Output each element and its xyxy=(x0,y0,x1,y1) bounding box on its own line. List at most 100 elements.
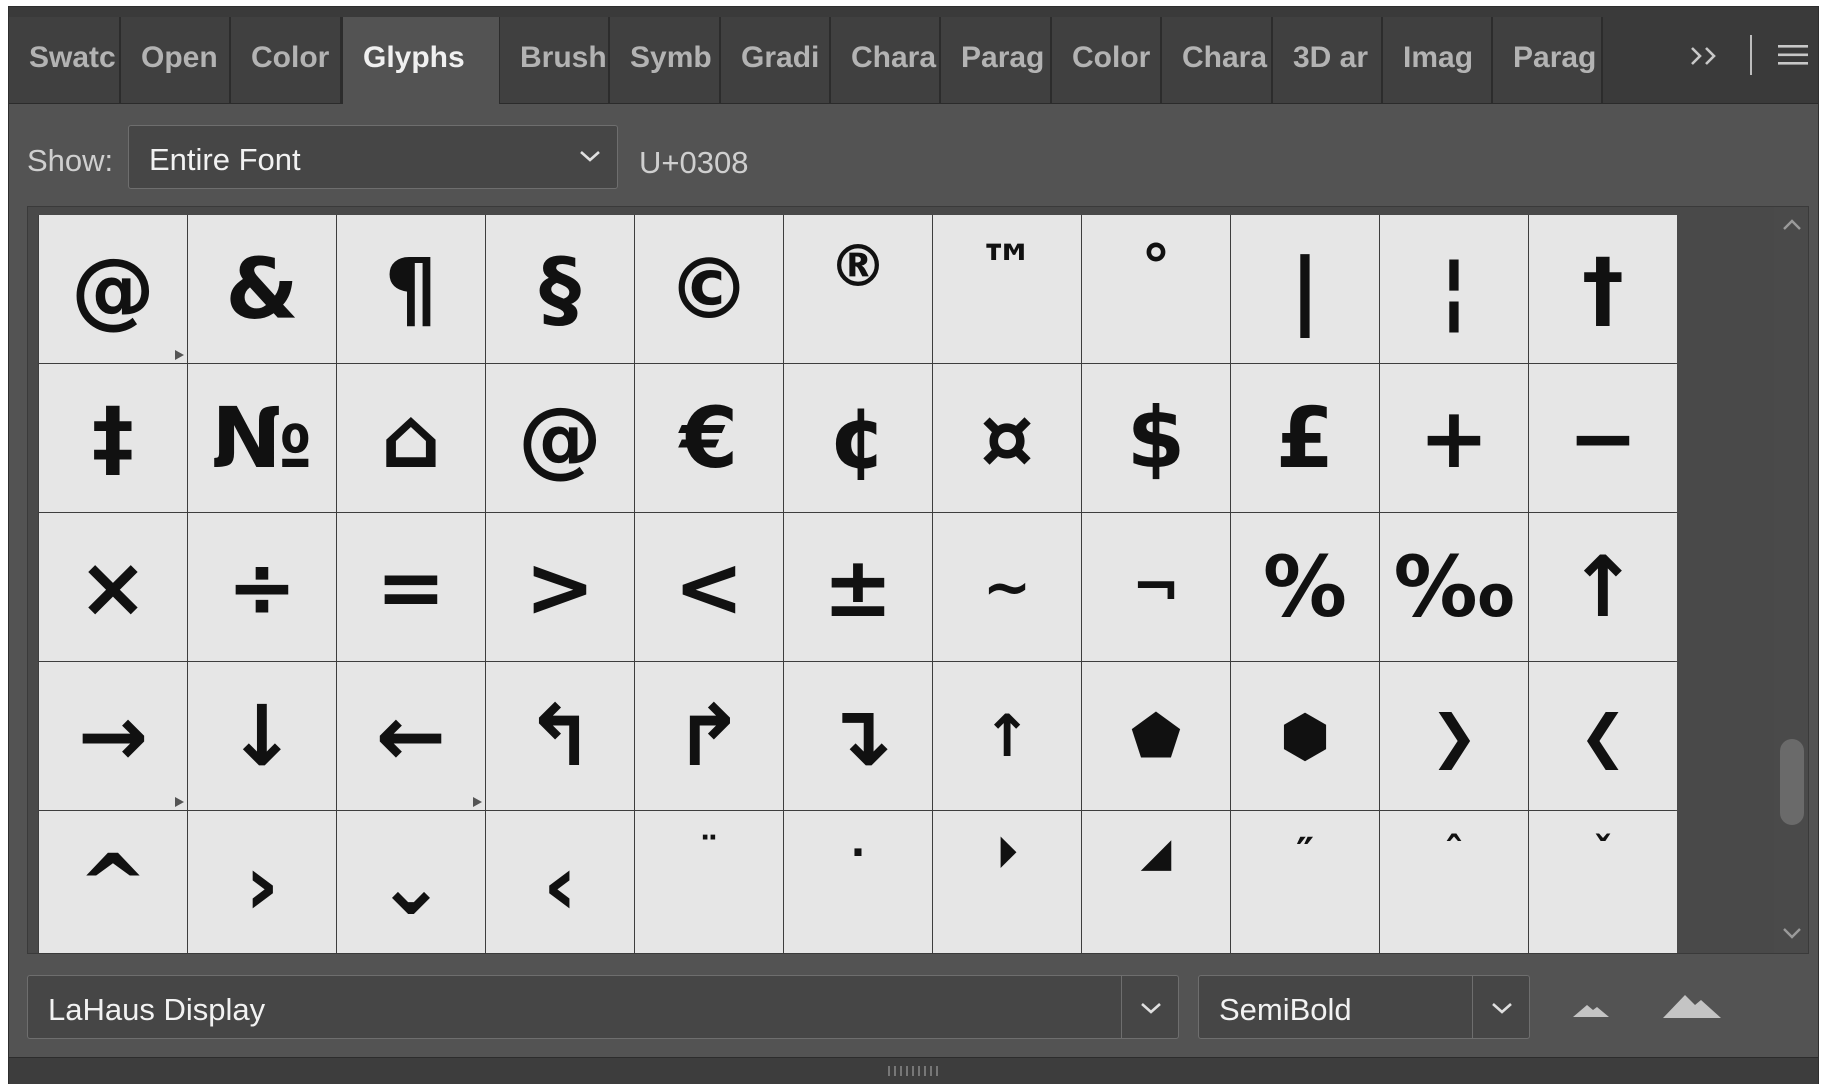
glyph-cell[interactable]: ← xyxy=(337,662,485,810)
tab-color[interactable]: Color xyxy=(1052,17,1162,103)
glyph-cell[interactable]: № xyxy=(188,364,336,512)
glyph-cell[interactable]: ‰ xyxy=(1380,513,1528,661)
glyph-character: ± xyxy=(822,538,894,636)
glyph-cell[interactable]: % xyxy=(1231,513,1379,661)
tab-label: Parag xyxy=(1513,41,1597,74)
scroll-up-arrow-icon[interactable] xyxy=(1780,217,1804,233)
glyph-cell[interactable]: @ xyxy=(39,215,187,363)
font-family-dropdown[interactable]: LaHaus Display xyxy=(27,975,1179,1039)
glyph-cell[interactable]: ¶ xyxy=(337,215,485,363)
tab-paragraph-styles[interactable]: Parag xyxy=(1493,17,1603,103)
glyph-cell[interactable]: & xyxy=(188,215,336,363)
glyph-cell[interactable]: ↓ xyxy=(188,662,336,810)
glyph-cell[interactable]: $ xyxy=(1082,364,1230,512)
glyph-character: £ xyxy=(1275,389,1335,487)
glyph-cell[interactable]: € xyxy=(635,364,783,512)
tab-paragraph[interactable]: Parag xyxy=(941,17,1052,103)
glyph-cell[interactable]: ⌂ xyxy=(337,364,485,512)
glyph-cell[interactable]: ◢ xyxy=(1082,811,1230,953)
glyph-character: ¶ xyxy=(384,240,438,338)
scrollbar-thumb[interactable] xyxy=(1780,739,1804,825)
zoom-in-large-mountain-icon[interactable] xyxy=(1661,991,1723,1021)
show-dropdown[interactable]: Entire Font xyxy=(128,125,618,189)
double-chevron-right-icon[interactable] xyxy=(1688,41,1724,71)
alternates-triangle-icon[interactable] xyxy=(173,796,185,808)
glyph-character: ❮ xyxy=(1578,702,1628,770)
glyph-character: ⌄ xyxy=(375,836,447,934)
glyph-cell[interactable]: ± xyxy=(784,513,932,661)
glyph-cell[interactable]: ⏵ xyxy=(933,811,1081,953)
glyph-cell[interactable]: ° xyxy=(1082,215,1230,363)
unicode-readout: U+0308 xyxy=(639,145,749,180)
tab-symbols[interactable]: Symb xyxy=(610,17,721,103)
glyph-character: ¤ xyxy=(980,389,1034,487)
glyphs-panel: Swatc Open Color Glyphs Brush Symb Gradi Chara P… xyxy=(8,6,1819,1084)
glyph-cell[interactable]: | xyxy=(1231,215,1379,363)
glyph-cell[interactable]: ↴ xyxy=(784,662,932,810)
tab-image-trace[interactable]: Imag xyxy=(1383,17,1493,103)
glyph-cell[interactable]: − xyxy=(1529,364,1677,512)
tab-gradient[interactable]: Gradi xyxy=(721,17,831,103)
tab-character-styles[interactable]: Chara xyxy=(1162,17,1273,103)
vertical-scrollbar[interactable] xyxy=(1774,207,1808,953)
glyph-cell[interactable]: £ xyxy=(1231,364,1379,512)
glyph-cell[interactable]: ¨ xyxy=(635,811,783,953)
glyph-cell[interactable]: ❮ xyxy=(1529,662,1677,810)
glyph-cell[interactable]: + xyxy=(1380,364,1528,512)
glyph-character: @ xyxy=(71,240,155,338)
tab-character[interactable]: Chara xyxy=(831,17,941,103)
tab-label: Chara xyxy=(851,41,937,74)
glyph-cell[interactable]: ↰ xyxy=(486,662,634,810)
scroll-down-arrow-icon[interactable] xyxy=(1780,925,1804,941)
glyph-character: × xyxy=(77,538,149,636)
glyph-character: ¨ xyxy=(699,830,719,876)
glyph-cell[interactable]: × xyxy=(39,513,187,661)
alternates-triangle-icon[interactable] xyxy=(173,349,185,361)
glyph-cell[interactable]: > xyxy=(486,513,634,661)
tab-glyphs[interactable]: Glyphs xyxy=(342,17,500,104)
tab-opentype[interactable]: Open xyxy=(121,17,231,103)
glyph-cell[interactable]: ⬟ xyxy=(1082,662,1230,810)
panel-resize-grip[interactable] xyxy=(9,1057,1818,1084)
hamburger-menu-icon[interactable] xyxy=(1776,41,1810,69)
glyph-cell[interactable]: ˇ xyxy=(1529,811,1677,953)
alternates-triangle-icon[interactable] xyxy=(471,796,483,808)
font-style-dropdown[interactable]: SemiBold xyxy=(1198,975,1530,1039)
glyph-cell[interactable]: ‡ xyxy=(39,364,187,512)
glyph-cell[interactable]: < xyxy=(635,513,783,661)
glyph-cell[interactable]: ® xyxy=(784,215,932,363)
glyph-cell[interactable]: @ xyxy=(486,364,634,512)
glyph-cell[interactable]: ™ xyxy=(933,215,1081,363)
glyph-cell[interactable]: ~ xyxy=(933,513,1081,661)
zoom-out-small-mountain-icon[interactable] xyxy=(1569,997,1613,1021)
glyph-cell[interactable]: ❯ xyxy=(1380,662,1528,810)
glyph-cell[interactable]: ¦ xyxy=(1380,215,1528,363)
tab-color-guide[interactable]: Color xyxy=(231,17,342,103)
tab-swatches[interactable]: Swatc xyxy=(9,17,121,103)
glyph-cell[interactable]: ⬢ xyxy=(1231,662,1379,810)
glyph-cell[interactable]: † xyxy=(1529,215,1677,363)
glyph-cell[interactable]: § xyxy=(486,215,634,363)
glyph-cell[interactable]: ¢ xyxy=(784,364,932,512)
glyph-cell[interactable]: ‹ xyxy=(486,811,634,953)
tab-label: Open xyxy=(141,41,218,74)
glyph-cell[interactable]: © xyxy=(635,215,783,363)
glyph-cell[interactable]: ↑ xyxy=(1529,513,1677,661)
glyph-cell[interactable]: = xyxy=(337,513,485,661)
glyph-cell[interactable]: ″ xyxy=(1231,811,1379,953)
glyph-cell[interactable]: → xyxy=(39,662,187,810)
glyph-cell[interactable]: · xyxy=(784,811,932,953)
glyph-cell[interactable]: ¤ xyxy=(933,364,1081,512)
font-family-dropdown-button[interactable] xyxy=(1121,976,1178,1038)
glyph-cell[interactable]: ¬ xyxy=(1082,513,1230,661)
glyph-cell[interactable]: ÷ xyxy=(188,513,336,661)
font-style-dropdown-button[interactable] xyxy=(1472,976,1529,1038)
glyph-cell[interactable]: ↑ xyxy=(933,662,1081,810)
tab-3d-and-materials[interactable]: 3D ar xyxy=(1273,17,1383,103)
glyph-cell[interactable]: ^ xyxy=(39,811,187,953)
glyph-cell[interactable]: ˆ xyxy=(1380,811,1528,953)
glyph-cell[interactable]: › xyxy=(188,811,336,953)
tab-brushes[interactable]: Brush xyxy=(500,17,610,103)
glyph-cell[interactable]: ↱ xyxy=(635,662,783,810)
glyph-cell[interactable]: ⌄ xyxy=(337,811,485,953)
